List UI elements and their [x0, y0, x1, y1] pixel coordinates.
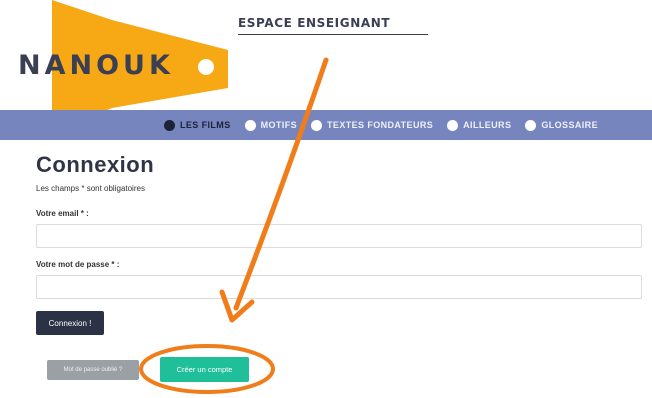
nav-item-label: GLOSSAIRE	[541, 120, 598, 130]
forgot-password-button[interactable]: Mot de passe oublié ?	[47, 360, 139, 380]
section-title-underline	[238, 34, 428, 35]
nav-item-glossaire[interactable]: GLOSSAIRE	[525, 119, 598, 131]
nav-item-les-films[interactable]: LES FILMS	[164, 119, 231, 131]
login-button[interactable]: Connexion !	[36, 311, 104, 335]
bullet-icon	[244, 119, 256, 131]
nav-items: LES FILMS MOTIFS TEXTES FONDATEURS AILLE…	[164, 110, 598, 140]
bullet-icon	[525, 119, 537, 131]
email-label: Votre email * :	[36, 209, 89, 218]
nav-item-label: AILLEURS	[463, 120, 512, 130]
bullet-icon	[311, 119, 323, 131]
nav-item-ailleurs[interactable]: AILLEURS	[447, 119, 512, 131]
required-note: Les champs * sont obligatoires	[36, 184, 145, 193]
bullet-icon	[447, 119, 459, 131]
nav-item-label: TEXTES FONDATEURS	[327, 120, 434, 130]
password-label: Votre mot de passe * :	[36, 260, 120, 269]
email-field[interactable]	[36, 224, 642, 248]
nav-item-motifs[interactable]: MOTIFS	[244, 119, 298, 131]
bullet-icon	[164, 119, 175, 131]
create-account-button[interactable]: Créer un compte	[160, 357, 249, 382]
logo-text[interactable]: NANOUK	[18, 50, 174, 81]
password-field[interactable]	[36, 275, 642, 299]
nav-item-textes-fondateurs[interactable]: TEXTES FONDATEURS	[311, 119, 434, 131]
nav-item-label: LES FILMS	[180, 120, 231, 130]
annotation-arrow	[233, 57, 329, 311]
page-title: Connexion	[36, 152, 155, 177]
nav-item-label: MOTIFS	[260, 120, 298, 130]
section-title: ESPACE ENSEIGNANT	[238, 16, 391, 30]
